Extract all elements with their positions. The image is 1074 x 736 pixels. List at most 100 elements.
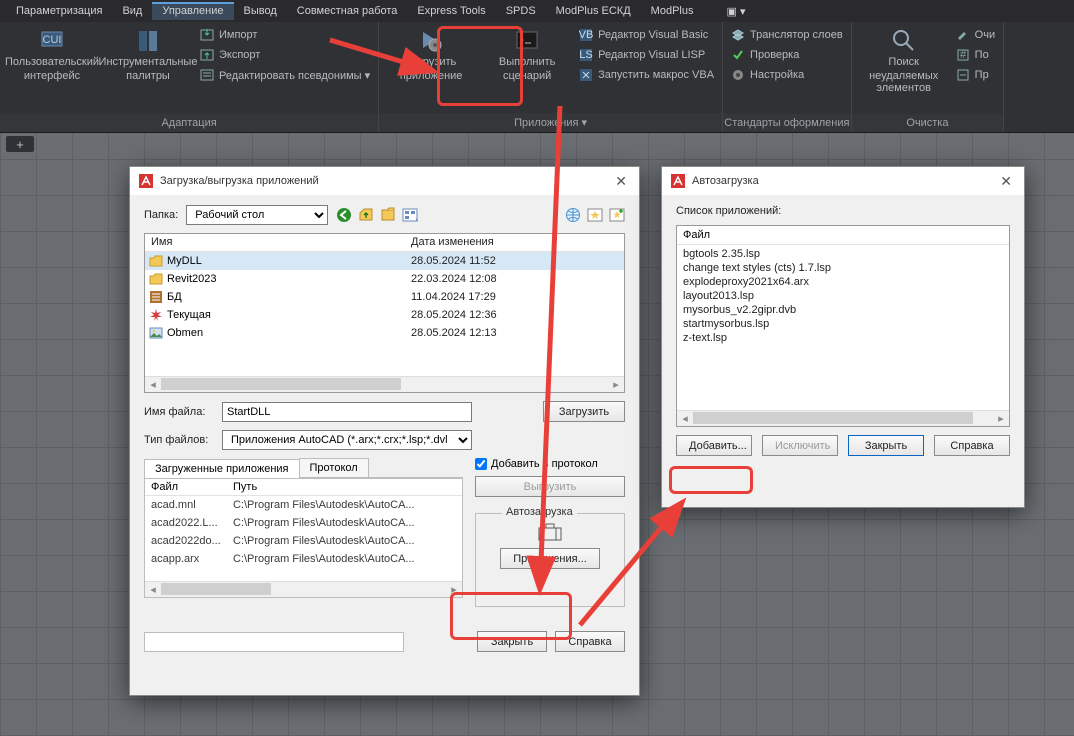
- ribbon-проверка[interactable]: Проверка: [731, 48, 843, 62]
- file-row[interactable]: MyDLL28.05.2024 11:52: [145, 252, 624, 270]
- ribbon-group-title: Стандарты оформления: [723, 114, 851, 132]
- menu-вывод[interactable]: Вывод: [234, 2, 287, 20]
- autoload-legend: Автозагрузка: [502, 506, 577, 518]
- filename-label: Имя файла:: [144, 406, 214, 418]
- load-button[interactable]: Загрузить: [543, 401, 625, 422]
- menu-управление[interactable]: Управление: [152, 2, 233, 20]
- loaded-row[interactable]: acapp.arxC:\Program Files\Autodesk\AutoC…: [145, 550, 462, 568]
- filetype-select[interactable]: Приложения AutoCAD (*.arx;*.crx;*.lsp;*.…: [222, 430, 472, 450]
- ribbon-загрузить-приложение[interactable]: Загрузитьприложение: [387, 26, 475, 82]
- svg-text:#: #: [960, 49, 967, 61]
- menu-modplus ескд[interactable]: ModPlus ЕСКД: [546, 2, 641, 20]
- menu-modplus[interactable]: ModPlus: [641, 2, 704, 20]
- ribbon-импорт[interactable]: Импорт: [200, 28, 370, 42]
- ribbon-экспорт[interactable]: Экспорт: [200, 48, 370, 62]
- folder-label: Папка:: [144, 209, 178, 221]
- ribbon-редактировать-псевдонимы-▾[interactable]: Редактировать псевдонимы ▾: [200, 68, 370, 82]
- ribbon-редактор-visual-lisp[interactable]: LSРедактор Visual LISP: [579, 48, 714, 62]
- svg-text:CUI: CUI: [43, 34, 62, 46]
- ribbon: CUIПользовательскийинтерфейсИнструментал…: [0, 22, 1074, 133]
- autocad-icon: [138, 173, 154, 189]
- app-list-label: Список приложений:: [676, 205, 1010, 217]
- nav-icons: [336, 207, 418, 223]
- loaded-apps-table: Файл Путь acad.mnlC:\Program Files\Autod…: [144, 478, 463, 598]
- ribbon-редактор-visual-basic[interactable]: VBРедактор Visual Basic: [579, 28, 714, 42]
- ribbon-group-title: Адаптация: [0, 114, 378, 132]
- ribbon-пользовательский-интерфейс[interactable]: CUIПользовательскийинтерфейс: [8, 26, 96, 82]
- autoload-group: Автозагрузка Приложения...: [475, 513, 625, 607]
- back-icon[interactable]: [336, 207, 352, 223]
- app-list: Файл bgtools 2.35.lspchange text styles …: [676, 225, 1010, 427]
- loaded-row[interactable]: acad2022.L...C:\Program Files\Autodesk\A…: [145, 514, 462, 532]
- suitcase-icon: [537, 522, 563, 542]
- loaded-col-path[interactable]: Путь: [227, 479, 462, 495]
- app-list-row[interactable]: explodeproxy2021x64.arx: [677, 275, 1009, 289]
- web-icon[interactable]: [565, 207, 581, 223]
- app-list-row[interactable]: change text styles (cts) 1.7.lsp: [677, 261, 1009, 275]
- ribbon-group-title: Приложения ▾: [379, 113, 722, 132]
- folder-select[interactable]: Рабочий стол: [186, 205, 327, 225]
- svg-text:LS: LS: [579, 49, 592, 61]
- ribbon-по[interactable]: #По: [956, 48, 995, 62]
- loaded-row[interactable]: acad.mnlC:\Program Files\Autodesk\AutoCA…: [145, 496, 462, 514]
- loaded-row[interactable]: acad2022do...C:\Program Files\Autodesk\A…: [145, 532, 462, 550]
- ribbon-выполнить-сценарий[interactable]: Выполнитьсценарий: [483, 26, 571, 82]
- menu-spds[interactable]: SPDS: [496, 2, 546, 20]
- column-date[interactable]: Дата изменения: [405, 234, 624, 251]
- unload-button[interactable]: Выгрузить: [475, 476, 625, 497]
- remove-button[interactable]: Исключить: [762, 435, 838, 456]
- dialog-title: Автозагрузка: [692, 175, 990, 187]
- new-tab-button[interactable]: +: [6, 136, 34, 152]
- help-button[interactable]: Справка: [555, 631, 625, 652]
- status-bar: [144, 632, 404, 652]
- add-to-log-checkbox[interactable]: Добавить в протокол: [475, 458, 625, 470]
- close-button[interactable]: Закрыть: [848, 435, 924, 456]
- ribbon-пр[interactable]: Пр: [956, 68, 995, 82]
- file-row[interactable]: БД11.04.2024 17:29: [145, 288, 624, 306]
- filename-input[interactable]: [222, 402, 472, 422]
- help-button[interactable]: Справка: [934, 435, 1010, 456]
- menubar: ПараметризацияВидУправлениеВыводСовместн…: [0, 0, 1074, 22]
- app-list-row[interactable]: mysorbus_v2.2gipr.dvb: [677, 303, 1009, 317]
- ribbon-очи[interactable]: Очи: [956, 28, 995, 42]
- ribbon-поиск-неудаляемых элементов[interactable]: Поискнеудаляемых элементов: [860, 26, 948, 94]
- close-button[interactable]: Закрыть: [477, 631, 547, 652]
- ribbon-запустить-макрос-vba[interactable]: Запустить макрос VBA: [579, 68, 714, 82]
- app-switcher-icon[interactable]: ▣ ▾: [713, 2, 755, 21]
- ribbon-транслятор-слоев[interactable]: Транслятор слоев: [731, 28, 843, 42]
- ribbon-group-title: Очистка: [852, 114, 1003, 132]
- explorer-icon[interactable]: [380, 207, 396, 223]
- views-icon[interactable]: [402, 207, 418, 223]
- filetype-label: Тип файлов:: [144, 434, 214, 446]
- tab-loaded-apps[interactable]: Загруженные приложения: [144, 459, 300, 478]
- dialog-title: Загрузка/выгрузка приложений: [160, 175, 605, 187]
- autoload-apps-button[interactable]: Приложения...: [500, 548, 600, 569]
- autostart-dialog: Автозагрузка ✕ Список приложений: Файл b…: [661, 166, 1025, 508]
- app-list-col[interactable]: Файл: [677, 226, 1009, 245]
- load-unload-apps-dialog: Загрузка/выгрузка приложений ✕ Папка: Ра…: [129, 166, 640, 696]
- favorites-icon[interactable]: [587, 207, 603, 223]
- dialog-titlebar: Загрузка/выгрузка приложений ✕: [130, 167, 639, 195]
- up-icon[interactable]: [358, 207, 374, 223]
- close-icon[interactable]: ✕: [611, 173, 631, 190]
- menu-совместная работа[interactable]: Совместная работа: [287, 2, 408, 20]
- file-row[interactable]: Obmen28.05.2024 12:13: [145, 324, 624, 342]
- menu-express tools[interactable]: Express Tools: [407, 2, 495, 20]
- ribbon-инструментальные-палитры[interactable]: Инструментальныепалитры: [104, 26, 192, 82]
- tab-log[interactable]: Протокол: [299, 458, 369, 477]
- app-list-row[interactable]: z-text.lsp: [677, 331, 1009, 345]
- ribbon-настройка[interactable]: Настройка: [731, 68, 843, 82]
- app-list-row[interactable]: layout2013.lsp: [677, 289, 1009, 303]
- loaded-col-file[interactable]: Файл: [145, 479, 227, 495]
- app-list-row[interactable]: startmysorbus.lsp: [677, 317, 1009, 331]
- menu-вид[interactable]: Вид: [112, 2, 152, 20]
- app-list-row[interactable]: bgtools 2.35.lsp: [677, 247, 1009, 261]
- column-name[interactable]: Имя: [145, 234, 405, 251]
- close-icon[interactable]: ✕: [996, 173, 1016, 190]
- add-fav-icon[interactable]: [609, 207, 625, 223]
- menu-параметризация[interactable]: Параметризация: [6, 2, 112, 20]
- file-row[interactable]: Revit202322.03.2024 12:08: [145, 270, 624, 288]
- file-row[interactable]: Текущая28.05.2024 12:36: [145, 306, 624, 324]
- tabs: Загруженные приложения Протокол: [144, 458, 463, 478]
- add-button[interactable]: Добавить...: [676, 435, 752, 456]
